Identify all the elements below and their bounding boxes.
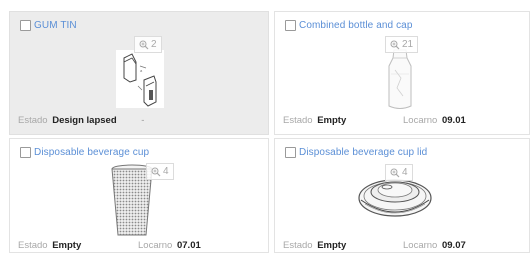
locarno-value: 07.01	[176, 240, 201, 251]
card-title[interactable]: GUM TIN	[34, 20, 77, 31]
locarno-label: Locarno	[138, 240, 173, 251]
zoom-in-icon	[390, 40, 400, 49]
zoom-button[interactable]: 2	[134, 36, 162, 53]
locarno-label: Locarno	[403, 240, 438, 251]
design-image[interactable]	[385, 48, 415, 112]
zoom-count: 4	[402, 167, 408, 178]
card-locarno: Locarno 07.01	[138, 240, 201, 251]
design-card-cup-lid[interactable]: Disposable beverage cup lid 4 Estado Emp…	[274, 138, 530, 253]
card-title[interactable]: Disposable beverage cup	[34, 147, 149, 158]
card-title-row: Disposable beverage cup	[20, 147, 149, 158]
card-status: Estado Empty	[283, 115, 346, 126]
card-title-row: Disposable beverage cup lid	[285, 147, 427, 158]
locarno-value: 09.01	[441, 115, 466, 126]
select-checkbox[interactable]	[285, 147, 296, 158]
design-card-bottle-cap[interactable]: Combined bottle and cap 21 Estado Empty …	[274, 11, 530, 135]
design-card-gum-tin[interactable]: GUM TIN a 2 Estado Design lapsed -	[9, 11, 269, 135]
zoom-count: 21	[402, 39, 414, 50]
card-title[interactable]: Disposable beverage cup lid	[299, 147, 427, 158]
locarno-value: 09.07	[441, 240, 466, 251]
zoom-button[interactable]: 21	[385, 36, 419, 53]
card-title-row: GUM TIN	[20, 20, 77, 31]
zoom-count: 2	[151, 39, 157, 50]
locarno-placeholder: -	[141, 115, 145, 126]
design-results-grid: GUM TIN a 2 Estado Design lapsed - Combi…	[0, 0, 530, 253]
status-label: Estado	[283, 240, 313, 251]
card-locarno: Locarno 09.01	[403, 115, 466, 126]
zoom-in-icon	[139, 40, 149, 49]
design-card-beverage-cup[interactable]: Disposable beverage cup 4 Estado Empty L…	[9, 138, 269, 253]
status-value: Design lapsed	[52, 115, 117, 126]
card-title[interactable]: Combined bottle and cap	[299, 20, 413, 31]
select-checkbox[interactable]	[285, 20, 296, 31]
zoom-in-icon	[151, 167, 161, 176]
locarno-label: Locarno	[403, 115, 438, 126]
status-value: Empty	[317, 240, 347, 251]
card-status: Estado Design lapsed -	[18, 115, 144, 126]
card-locarno: Locarno 09.07	[403, 240, 466, 251]
select-checkbox[interactable]	[20, 147, 31, 158]
zoom-in-icon	[390, 168, 400, 177]
card-status: Estado Empty	[18, 240, 81, 251]
status-value: Empty	[52, 240, 82, 251]
status-label: Estado	[283, 115, 313, 126]
status-value: Empty	[317, 115, 347, 126]
zoom-button[interactable]: 4	[385, 164, 413, 181]
card-title-row: Combined bottle and cap	[285, 20, 413, 31]
status-label: Estado	[18, 240, 48, 251]
status-label: Estado	[18, 115, 48, 126]
select-checkbox[interactable]	[20, 20, 31, 31]
zoom-count: 4	[163, 166, 169, 177]
zoom-button[interactable]: 4	[146, 163, 174, 180]
card-status: Estado Empty	[283, 240, 346, 251]
design-image[interactable]: a	[116, 50, 164, 108]
